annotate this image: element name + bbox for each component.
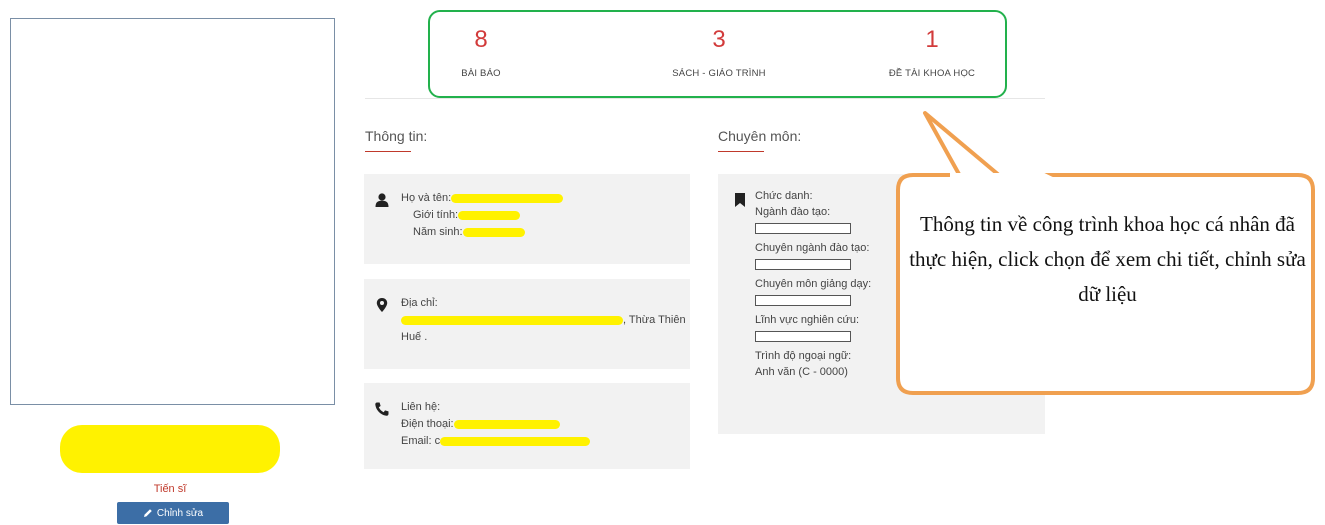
contact-label: Liên hệ: [401, 401, 441, 413]
stat-articles-label: BÀI BÁO [461, 68, 501, 79]
callout-text: Thông tin về công trình khoa học cá nhân… [909, 212, 1306, 306]
bookmark-icon [735, 193, 745, 207]
gender-redaction-mark [458, 210, 521, 220]
profile-photo [10, 18, 335, 405]
expertise-section-underline [718, 151, 764, 152]
stats-panel: 8 BÀI BÁO 3 SÁCH - GIÁO TRÌNH 1 ĐỀ TÀI K… [428, 10, 1007, 98]
stat-books-value: 3 [712, 26, 726, 53]
stat-books[interactable]: 3 SÁCH - GIÁO TRÌNH [619, 26, 819, 79]
expertise-section-title: Chuyên môn: [718, 128, 802, 144]
address-value-line2: Huế . [401, 331, 428, 343]
pencil-icon [143, 509, 152, 517]
teaching-label: Chuyên môn giảng dạy: [755, 278, 872, 290]
phone-icon [375, 402, 389, 416]
edit-button-label: Chỉnh sửa [156, 507, 204, 519]
address-value: , Thừa Thiên [623, 314, 686, 326]
phone-label: Điện thoại: [401, 418, 454, 430]
name-redaction [60, 425, 280, 473]
language-label: Trình độ ngoại ngữ: [755, 350, 852, 362]
divider [365, 98, 1045, 99]
gender-label: Giới tính: [413, 209, 459, 221]
teaching-field [755, 295, 851, 306]
name-label: Họ và tên: [401, 192, 452, 204]
info-section-title: Thông tin: [365, 128, 428, 144]
contact-card: Liên hệ: Điện thoại: Email: c [364, 383, 690, 469]
edit-button[interactable]: Chỉnh sửa [117, 502, 229, 524]
email-label: Email: c [401, 435, 441, 447]
personal-card: Họ và tên: Giới tính: Năm sinh: [364, 174, 690, 264]
address-label: Địa chỉ: [401, 297, 438, 309]
stat-projects-value: 1 [925, 26, 939, 53]
birth-year-redaction-mark [462, 227, 525, 237]
rank-label: Chức danh: [755, 190, 813, 202]
map-marker-icon [376, 298, 388, 312]
birth-year-label: Năm sinh: [413, 226, 463, 238]
degree-label: Tiến sĩ [153, 483, 187, 495]
specialization-label: Chuyên ngành đào tạo: [755, 242, 870, 254]
info-section-underline [365, 151, 411, 152]
language-value: Anh văn (C - 0000) [755, 366, 848, 378]
email-redaction-mark [440, 436, 591, 446]
research-label: Lĩnh vực nghiên cứu: [755, 314, 860, 326]
training-field [755, 223, 851, 234]
address-redaction-mark [401, 315, 623, 325]
specialization-field [755, 259, 851, 270]
phone-redaction-mark [453, 419, 560, 429]
stat-projects[interactable]: 1 ĐỀ TÀI KHOA HỌC [832, 26, 1032, 79]
stat-books-label: SÁCH - GIÁO TRÌNH [672, 68, 766, 79]
address-card: Địa chỉ: , Thừa Thiên Huế . [364, 279, 690, 369]
stat-articles[interactable]: 8 BÀI BÁO [381, 26, 581, 79]
name-redaction-mark [451, 193, 564, 203]
research-field [755, 331, 851, 342]
training-label: Ngành đào tạo: [755, 206, 831, 218]
stat-projects-label: ĐỀ TÀI KHOA HỌC [888, 68, 976, 79]
callout-pointer [923, 111, 1010, 180]
stat-articles-value: 8 [474, 26, 488, 53]
user-icon [375, 193, 389, 207]
